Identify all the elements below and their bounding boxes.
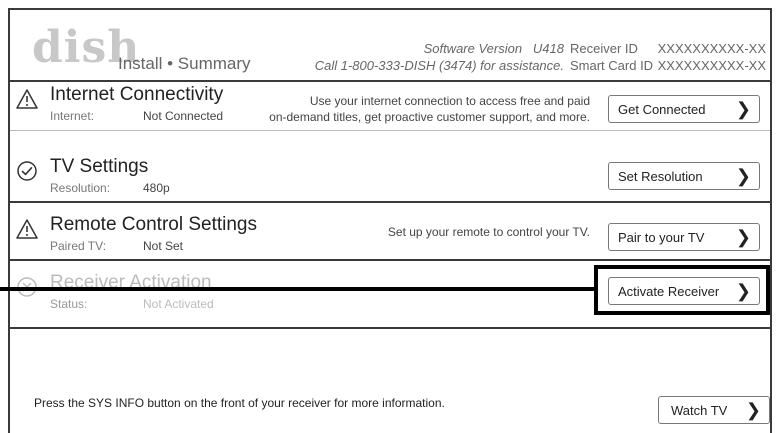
status-value: Not Set: [143, 239, 184, 253]
smart-card-id-label: Smart Card ID: [570, 58, 654, 73]
chevron-right-icon: ❯: [745, 400, 761, 420]
software-version-label: Software Version: [423, 41, 523, 56]
chevron-right-icon: ❯: [735, 99, 751, 119]
row-title: Remote Control Settings: [50, 214, 257, 235]
status-label: Resolution:: [50, 181, 111, 195]
support-info: Software Version U418 Call 1-800-333-DIS…: [280, 40, 564, 74]
row-title: Internet Connectivity: [50, 84, 224, 105]
status-value: Not Connected: [143, 109, 224, 123]
description-line-1: Use your internet connection to access f…: [309, 94, 590, 108]
footer-divider: [10, 327, 770, 329]
status-value: Not Activated: [143, 297, 214, 311]
button-label: Set Resolution: [618, 168, 703, 184]
chevron-right-icon: ❯: [735, 166, 751, 186]
callout-pointer-line: [0, 287, 596, 291]
software-version-value: U418: [532, 41, 564, 56]
watch-tv-button[interactable]: Watch TV ❯: [658, 396, 770, 424]
tv-settings-row: TV Settings Resolution: 480p Set Resolut…: [10, 156, 770, 203]
row-description: Use your internet connection to access f…: [269, 93, 590, 125]
receiver-id-value: XXXXXXXXXX-XX: [657, 41, 766, 56]
device-ids: Receiver ID XXXXXXXXXX-XX Smart Card ID …: [570, 40, 766, 74]
page-subtitle: Install • Summary: [118, 54, 251, 73]
receiver-id-row: Receiver ID XXXXXXXXXX-XX: [570, 40, 766, 57]
software-version-line: Software Version U418: [280, 40, 564, 57]
button-label: Watch TV: [671, 402, 728, 418]
description-line-1: Set up your remote to control your TV.: [387, 225, 590, 239]
status-label: Internet:: [50, 109, 95, 123]
button-label: Pair to your TV: [618, 229, 705, 245]
smart-card-id-row: Smart Card ID XXXXXXXXXX-XX: [570, 57, 766, 74]
status-value: 480p: [143, 181, 170, 195]
row-description: Set up your remote to control your TV.: [388, 224, 590, 240]
status-label: Paired TV:: [50, 239, 107, 253]
description-line-2: on-demand titles, get proactive customer…: [269, 110, 590, 124]
get-connected-button[interactable]: Get Connected ❯: [608, 95, 760, 123]
set-resolution-button[interactable]: Set Resolution ❯: [608, 162, 760, 190]
header: dish Install • Summary Software Version …: [10, 10, 770, 82]
row-title: TV Settings: [50, 156, 149, 177]
remote-control-settings-row: Remote Control Settings Paired TV: Not S…: [10, 214, 770, 261]
warning-icon: [16, 219, 38, 239]
support-phone: Call 1-800-333-DISH (3474) for assistanc…: [314, 58, 564, 73]
smart-card-id-value: XXXXXXXXXX-XX: [657, 58, 766, 73]
focus-highlight-box: [594, 265, 770, 315]
install-summary-screen: dish Install • Summary Software Version …: [8, 8, 772, 433]
sys-info-note: Press the SYS INFO button on the front o…: [34, 396, 445, 410]
internet-connectivity-row: Internet Connectivity Internet: Not Conn…: [10, 84, 770, 131]
button-label: Get Connected: [618, 101, 706, 117]
status-label: Status:: [50, 297, 88, 311]
pair-to-tv-button[interactable]: Pair to your TV ❯: [608, 223, 760, 251]
receiver-id-label: Receiver ID: [570, 41, 638, 56]
chevron-right-icon: ❯: [735, 227, 751, 247]
warning-icon: [16, 89, 38, 109]
check-circle-icon: [17, 161, 37, 181]
